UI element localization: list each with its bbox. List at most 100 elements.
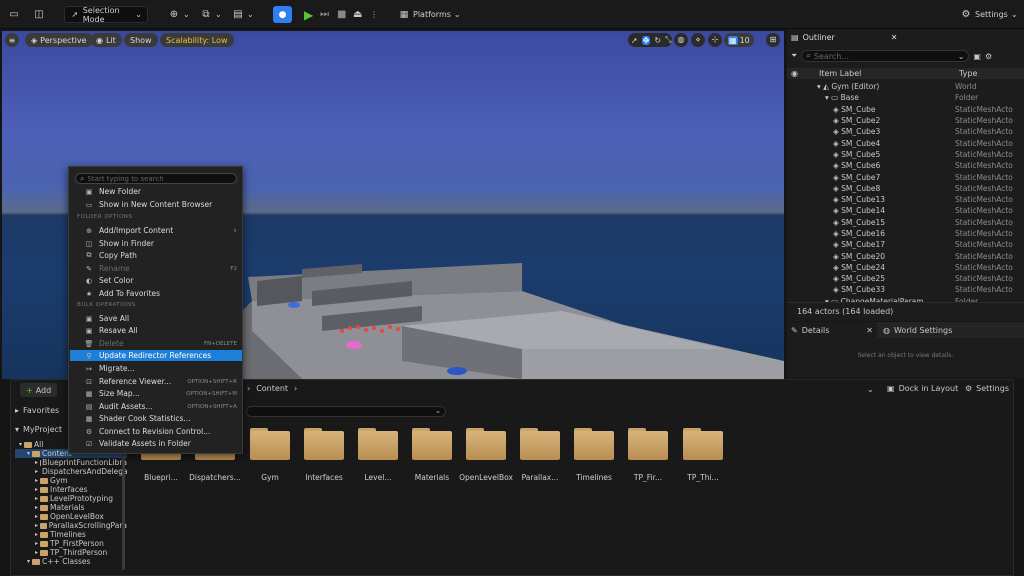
folder-tile[interactable] — [250, 428, 290, 460]
outliner-row[interactable]: ◈ SM_Cube5 StaticMeshActo — [787, 149, 1024, 160]
tree-scrollbar[interactable] — [122, 440, 125, 570]
outliner-row[interactable]: ◈ SM_Cube3 StaticMeshActo — [787, 126, 1024, 137]
folder-tile[interactable] — [520, 428, 560, 460]
outliner-row[interactable]: ◈ SM_Cube20 StaticMeshActo — [787, 250, 1024, 261]
item-label-header[interactable]: Item Label — [819, 69, 959, 78]
hamburger-icon[interactable]: ≡ — [5, 33, 19, 47]
move-icon[interactable]: ✥ — [641, 35, 651, 45]
folder-tile[interactable] — [683, 428, 723, 460]
folder-tile[interactable] — [628, 428, 668, 460]
tree-item[interactable]: ▾ C++ Classes — [15, 557, 127, 566]
context-search-input[interactable]: ⌕ Start typing to search — [75, 173, 237, 184]
resave-all-item[interactable]: ▣ Resave All — [70, 325, 242, 336]
tree-item[interactable]: ▸ LevelPrototyping — [15, 494, 127, 503]
cb-settings-button[interactable]: ⚙ Settings — [965, 384, 1009, 393]
rename-item[interactable]: ✎ Rename F2 — [70, 263, 242, 274]
settings-button[interactable]: ⚙ Settings ⌄ — [960, 6, 1018, 23]
platforms-button[interactable]: ▦ Platforms ⌄ — [398, 6, 461, 23]
add-favorites-item[interactable]: ★ Add To Favorites — [70, 288, 242, 299]
add-actor-icon[interactable]: ⊕ ⌄ — [168, 6, 190, 23]
tree-item[interactable]: ▸ Materials — [15, 503, 127, 512]
save-all-item[interactable]: ▣ Save All — [70, 313, 242, 324]
tree-item[interactable]: ▸ TP_ThirdPerson — [15, 548, 127, 557]
close-icon[interactable]: ✕ — [891, 33, 898, 42]
show-in-finder-item[interactable]: ◫ Show in Finder — [70, 238, 242, 249]
select-icon[interactable]: ➚ — [631, 36, 638, 45]
chevron-down-icon[interactable]: ⌄ — [867, 385, 874, 394]
save-icon[interactable]: ▭ — [8, 6, 20, 23]
outliner-row[interactable]: ◈ SM_Cube33 StaticMeshActo — [787, 284, 1024, 295]
set-color-item[interactable]: ◐ Set Color — [70, 275, 242, 286]
folder-tile[interactable] — [466, 428, 506, 460]
add-button[interactable]: + Add — [20, 383, 58, 397]
breadcrumb-content[interactable]: Content — [256, 384, 288, 393]
world-settings-tab[interactable]: ◍ World Settings — [877, 326, 958, 335]
stop-icon[interactable]: ■ — [337, 6, 346, 23]
eye-icon[interactable]: ◉ — [791, 69, 819, 78]
delete-item[interactable]: 🗑 Delete FN+DELETE — [70, 338, 242, 349]
tree-item[interactable]: ▸ DispatchersAndDelega — [15, 467, 128, 476]
folder-add-icon[interactable]: ▣ — [973, 52, 981, 61]
snap-icon[interactable]: ⊹ — [708, 33, 722, 47]
rotate-icon[interactable]: ↻ — [654, 36, 661, 45]
outliner-search-input[interactable]: ⌕ Search... ⌄ — [801, 50, 970, 62]
lit-button[interactable]: ◉ Lit — [90, 33, 122, 47]
outliner-row[interactable]: ◈ SM_Cube15 StaticMeshActo — [787, 217, 1024, 228]
migrate-item[interactable]: ↦ Migrate... — [70, 363, 242, 374]
outliner-row[interactable]: ◈ SM_Cube8 StaticMeshActo — [787, 183, 1024, 194]
tree-item[interactable]: ▸ BlueprintFunctionLibra — [15, 458, 127, 467]
folder-tile[interactable] — [304, 428, 344, 460]
folder-tile[interactable] — [574, 428, 614, 460]
selection-mode-dropdown[interactable]: ➚ Selection Mode ⌄ — [64, 6, 148, 24]
shader-cook-item[interactable]: ▦ Shader Cook Statistics... — [70, 413, 242, 424]
folder-tile[interactable] — [358, 428, 398, 460]
outliner-tab[interactable]: ▤ Outliner ✕ — [787, 30, 1024, 44]
details-tab[interactable]: ✎ Details ✕ — [787, 322, 877, 338]
perspective-button[interactable]: ◈ Perspective — [25, 33, 93, 47]
folder-tile[interactable] — [412, 428, 452, 460]
outliner-row[interactable]: ◈ SM_Cube6 StaticMeshActo — [787, 160, 1024, 171]
tree-item[interactable]: ▸ Interfaces — [15, 485, 127, 494]
favorites-section[interactable]: ▸ Favorites — [15, 406, 59, 415]
project-section[interactable]: ▾ MyProject — [15, 425, 62, 434]
outliner-row[interactable]: ◈ SM_Cube17 StaticMeshActo — [787, 239, 1024, 250]
close-icon[interactable]: ✕ — [866, 326, 873, 335]
blueprint-icon[interactable]: ⧉ ⌄ — [200, 6, 221, 23]
type-header[interactable]: Type — [959, 69, 977, 78]
filter-icon[interactable]: ⏷ — [791, 51, 797, 61]
reference-viewer-item[interactable]: ⊡ Reference Viewer... OPTION+SHIFT+R — [70, 376, 242, 387]
outliner-row[interactable]: ◈ SM_Cube4 StaticMeshActo — [787, 137, 1024, 148]
outliner-row[interactable]: ◈ SM_Cube2 StaticMeshActo — [787, 115, 1024, 126]
maximize-icon[interactable]: ⊞ — [766, 33, 780, 47]
tree-item[interactable]: ▸ TP_FirstPerson — [15, 539, 127, 548]
tree-item[interactable]: ▸ Timelines — [15, 530, 127, 539]
outliner-row[interactable]: ◈ SM_Cube14 StaticMeshActo — [787, 205, 1024, 216]
mode-icon[interactable]: ● — [273, 6, 292, 23]
audit-assets-item[interactable]: ▤ Audit Assets... OPTION+SHIFT+A — [70, 401, 242, 412]
dock-in-layout-button[interactable]: ▣ Dock in Layout — [887, 384, 958, 393]
content-icon[interactable]: ◫ — [33, 6, 45, 23]
show-in-new-cb-item[interactable]: ▭ Show in New Content Browser — [70, 199, 242, 210]
outliner-row[interactable]: ▾ ◭ Gym (Editor) World — [787, 81, 1024, 92]
gear-icon[interactable]: ⚙ — [985, 52, 992, 61]
play-frame-icon[interactable]: ⏭ — [320, 6, 329, 23]
outliner-row[interactable]: ◈ SM_Cube24 StaticMeshActo — [787, 262, 1024, 273]
grid-snap-button[interactable]: ▦ 10 — [724, 33, 754, 47]
show-button[interactable]: Show — [124, 33, 158, 47]
outliner-row[interactable]: ◈ SM_Cube25 StaticMeshActo — [787, 273, 1024, 284]
cinematics-icon[interactable]: ▤ ⌄ — [232, 6, 253, 23]
asset-search-input[interactable]: ⌄ — [246, 406, 446, 417]
world-icon[interactable]: ◍ — [674, 33, 688, 47]
tree-item[interactable]: ▸ ParallaxScrollingPara — [15, 521, 127, 530]
copy-path-item[interactable]: ⧉ Copy Path — [70, 250, 242, 261]
outliner-row[interactable]: ◈ SM_Cube16 StaticMeshActo — [787, 228, 1024, 239]
outliner-row[interactable]: ◈ SM_Cube7 StaticMeshActo — [787, 171, 1024, 182]
validate-assets-item[interactable]: ☑ Validate Assets in Folder — [70, 438, 242, 449]
play-icon[interactable]: ▶ — [304, 6, 313, 23]
scale-icon[interactable]: ⤡ — [665, 35, 671, 45]
tree-item[interactable]: ▸ Gym — [15, 476, 127, 485]
tree-item[interactable]: ▸ OpenLevelBox — [15, 512, 127, 521]
scalability-button[interactable]: Scalability: Low — [160, 33, 234, 47]
update-redirector-item[interactable]: ⚲ Update Redirector References — [70, 350, 242, 361]
new-folder-item[interactable]: ▣ New Folder — [70, 186, 242, 197]
